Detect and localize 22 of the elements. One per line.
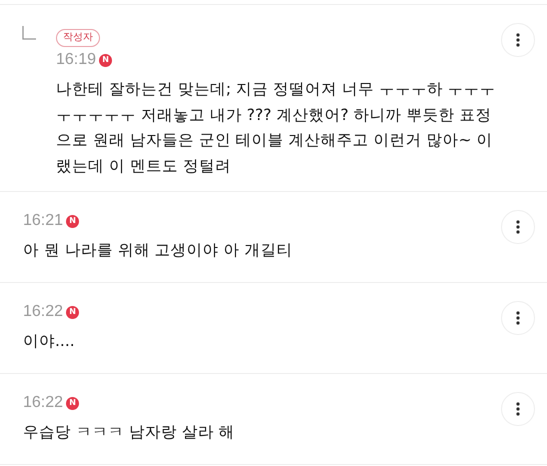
comment-text: 나한테 잘하는건 맞는데; 지금 정떨어져 너무 ㅜㅜㅜ하 ㅜㅜㅜㅜㅜㅜㅜㅜ 저래놓고 내가 ??? 계산했어? 하니까 뿌듯한 표정으로 원래 남자들은 군인 테이블 계산해주고 이런거 많아~ 이랬는데 이 멘트도 정털려 [56,79,497,176]
comment-text: 아 뭔 나라를 위해 고생이야 아 개길티 [23,240,294,261]
comment-text: 우습당 ㅋㅋㅋ 남자랑 살라 해 [23,422,236,443]
new-badge: N [66,306,80,318]
comment-time: 16:22 [23,394,64,412]
comment-time: 16:19 [56,51,96,69]
author-badge: 작성자 [56,29,100,47]
new-badge: N [66,214,80,228]
more-options-button[interactable] [501,392,535,426]
more-icon [516,33,520,47]
new-badge: N [66,396,80,410]
more-options-button[interactable] [501,210,535,244]
new-badge: N [99,54,112,66]
more-icon [516,311,520,325]
reply-corner-icon [22,26,36,40]
comment-time: 16:21 [23,212,64,230]
more-icon [516,220,520,234]
more-options-button[interactable] [501,23,535,57]
comment-time: 16:22 [23,303,64,321]
more-icon [516,402,520,416]
comment-text: 이야.... [23,331,76,352]
more-options-button[interactable] [501,301,535,335]
